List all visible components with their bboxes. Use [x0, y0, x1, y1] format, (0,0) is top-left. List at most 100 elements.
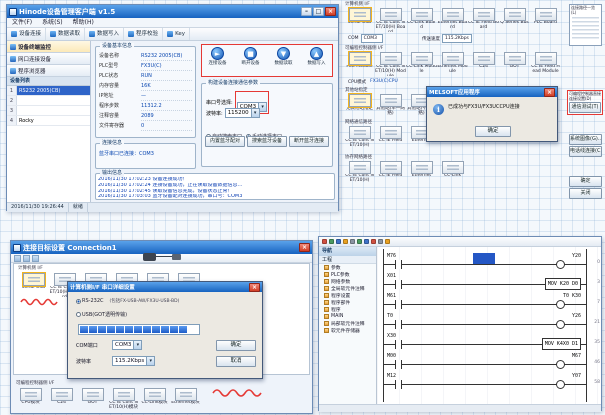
interface-tile[interactable]: GOT — [77, 388, 108, 412]
interface-tile[interactable]: CC IE Field — [375, 161, 406, 185]
ladder-canvas[interactable]: M76Y200X01MOV K20 D03M61T0 K307T0Y2621X3… — [377, 247, 601, 404]
sidebar-item-1[interactable]: 网口连接设备 — [7, 53, 90, 65]
ladder-rung[interactable]: M00M6746 — [377, 351, 601, 371]
serial-type-radio[interactable]: USB(GOT透明传输) — [76, 311, 127, 318]
device-row[interactable]: 3 — [7, 106, 90, 116]
tree-item-8[interactable]: 局部软元件注释 — [319, 320, 376, 327]
toolbar-button-4[interactable]: Key — [163, 28, 190, 40]
ok-button[interactable]: 确定 — [475, 126, 511, 137]
interface-tile[interactable]: CC IE Field Board — [468, 8, 499, 32]
interface-tile[interactable]: Serial USB — [344, 8, 375, 32]
ladder-rung[interactable]: X01MOV K20 D03 — [377, 271, 601, 291]
toolbar-icon[interactable] — [378, 239, 383, 244]
interface-tile[interactable]: Ethernet Module — [437, 52, 468, 76]
tree-item-7[interactable]: MAIN — [319, 313, 376, 320]
toolbar-icon[interactable] — [364, 239, 369, 244]
tree-item-1[interactable]: PLC参数 — [319, 271, 376, 278]
serial-dialog-titlebar[interactable]: 计算机侧I/F 串口详细设置 × — [68, 282, 262, 292]
ok-button[interactable]: 确定 — [216, 340, 256, 351]
tree-item-0[interactable]: 参数 — [319, 264, 376, 271]
tree-item-6[interactable]: 程序 — [319, 306, 376, 313]
toolbar-icon[interactable] — [371, 239, 376, 244]
interface-tile[interactable]: CC IE Cont NET/10(H) — [344, 126, 375, 150]
menu-item-0[interactable]: 文件(F) — [7, 18, 37, 27]
toolbar-icon[interactable] — [32, 255, 39, 262]
bluetooth-button-1[interactable]: 搜索蓝牙设备 — [247, 136, 287, 147]
menu-item-1[interactable]: 系统(S) — [37, 18, 68, 27]
melsoft-dialog-titlebar[interactable]: MELSOFT应用程序 × — [427, 87, 557, 97]
device-row[interactable]: 2 — [7, 96, 90, 106]
tree-item-3[interactable]: 全局软元件注释 — [319, 285, 376, 292]
interface-tile[interactable]: Ethernet模块 — [170, 388, 201, 412]
serial-type-radio[interactable]: RS-232C — [76, 298, 104, 304]
minimize-button[interactable]: – — [301, 7, 312, 16]
tree-item-5[interactable]: 程序部件 — [319, 299, 376, 306]
interface-tile[interactable]: PLC Module — [344, 52, 375, 76]
toolbar-icon[interactable] — [336, 239, 341, 244]
toolbar-button-2[interactable]: 数据写入 — [85, 28, 124, 40]
ladder-rung[interactable]: X30MOV K4X0 D135 — [377, 331, 601, 351]
close-button[interactable]: × — [325, 7, 336, 16]
sidebar-item-2[interactable]: 程序浏览器 — [7, 65, 90, 77]
tree-item-9[interactable]: 软元件存储器 — [319, 327, 376, 334]
wizard-button[interactable]: ■断开设备 — [236, 47, 265, 67]
interface-tile[interactable]: CC IE Cont NET/10(H) Board — [375, 8, 406, 32]
toolbar-icon[interactable] — [343, 239, 348, 244]
device-row[interactable]: 4Rocky — [7, 116, 90, 126]
menu-item-2[interactable]: 帮助(H) — [68, 18, 99, 27]
system-image-button[interactable]: 系统图像(G)... — [569, 134, 602, 145]
close-button[interactable]: 关闭 — [569, 188, 602, 199]
toolbar-icon[interactable] — [350, 239, 355, 244]
toolbar-button-1[interactable]: 数据读取 — [46, 28, 85, 40]
toolbar-icon[interactable] — [14, 255, 21, 262]
bluetooth-button-2[interactable]: 断开蓝牙连接 — [289, 136, 329, 147]
interface-tile[interactable]: CC-Link Board — [406, 8, 437, 32]
interface-tile[interactable]: CC-Link模块 — [139, 388, 170, 412]
wizard-button[interactable]: ▲数据写入 — [302, 47, 331, 67]
device-row[interactable]: 1RS232 2005(CB) — [7, 86, 90, 96]
toolbar-icon[interactable] — [357, 239, 362, 244]
interface-tile[interactable]: CC IE Cont NET/10(H)模块 — [108, 388, 139, 412]
interface-tile[interactable]: CC IE Cont NET/10(H) Module — [375, 52, 406, 76]
interface-tile[interactable]: 其他站(单一网络) — [375, 94, 406, 118]
sidebar-item-0[interactable]: 设备终端监控 — [7, 41, 90, 53]
ladder-rung[interactable]: M61T0 K307 — [377, 291, 601, 311]
hinode-titlebar[interactable]: Hinode设备管理客户端 v1.5 – □ × — [7, 5, 338, 18]
chevron-down-icon[interactable]: ▾ — [133, 341, 141, 349]
cancel-button[interactable]: 取消 — [216, 356, 256, 367]
toolbar-icon[interactable] — [329, 239, 334, 244]
interface-tile[interactable]: C24 — [46, 388, 77, 412]
wizard-button[interactable]: ►连接设备 — [203, 47, 232, 67]
toolbar-button-3[interactable]: 程序校验 — [124, 28, 163, 40]
interface-tile[interactable]: CC IE Cont NET/10(H) — [344, 161, 375, 185]
field-value[interactable]: 115.2Kbps — [442, 34, 472, 43]
toolbar-icon[interactable] — [385, 239, 390, 244]
phone-line-button[interactable]: 电话线连接(C)... — [569, 146, 602, 157]
baud-rate-select[interactable]: 115200 ▾ — [225, 108, 260, 118]
ok-button[interactable]: 确定 — [569, 176, 602, 187]
field-value[interactable]: COM3 — [361, 34, 383, 43]
toolbar-icon[interactable] — [23, 255, 30, 262]
chevron-down-icon[interactable]: ▾ — [146, 357, 154, 365]
com-port-select[interactable]: COM3 ▾ — [112, 340, 142, 350]
interface-tile[interactable]: Serial USB — [18, 273, 49, 297]
tree-item-4[interactable]: 程序设置 — [319, 292, 376, 299]
comm-test-button[interactable]: 通信测试(T) — [569, 102, 601, 113]
interface-tile[interactable]: Ethernet — [406, 161, 437, 185]
interface-tile[interactable]: CC-Link — [437, 161, 468, 185]
chevron-down-icon[interactable]: ▾ — [251, 109, 259, 117]
close-button[interactable]: × — [299, 243, 310, 252]
bluetooth-button-0[interactable]: 内置蓝牙配对 — [205, 136, 245, 147]
interface-tile[interactable]: GOT — [499, 52, 530, 76]
wizard-button[interactable]: ▼数据读取 — [269, 47, 298, 67]
toolbar-button-0[interactable]: 设备连接 — [7, 28, 46, 40]
tree-item-2[interactable]: 网络参数 — [319, 278, 376, 285]
interface-tile[interactable]: Q Series Bus — [499, 8, 530, 32]
interface-tile[interactable]: PLC Board — [530, 8, 561, 32]
ladder-rung[interactable]: M12Y0758 — [377, 371, 601, 391]
output-log[interactable]: 2016/11/30 17:02:23 设备连接成功！2016/11/30 17… — [96, 174, 334, 200]
ladder-rung[interactable]: T0Y2621 — [377, 311, 601, 331]
connection-path-list[interactable]: 连接路径一览(L) — [569, 4, 602, 46]
close-button[interactable]: × — [544, 88, 555, 97]
interface-tile[interactable]: 无其他站指定 — [344, 94, 375, 118]
